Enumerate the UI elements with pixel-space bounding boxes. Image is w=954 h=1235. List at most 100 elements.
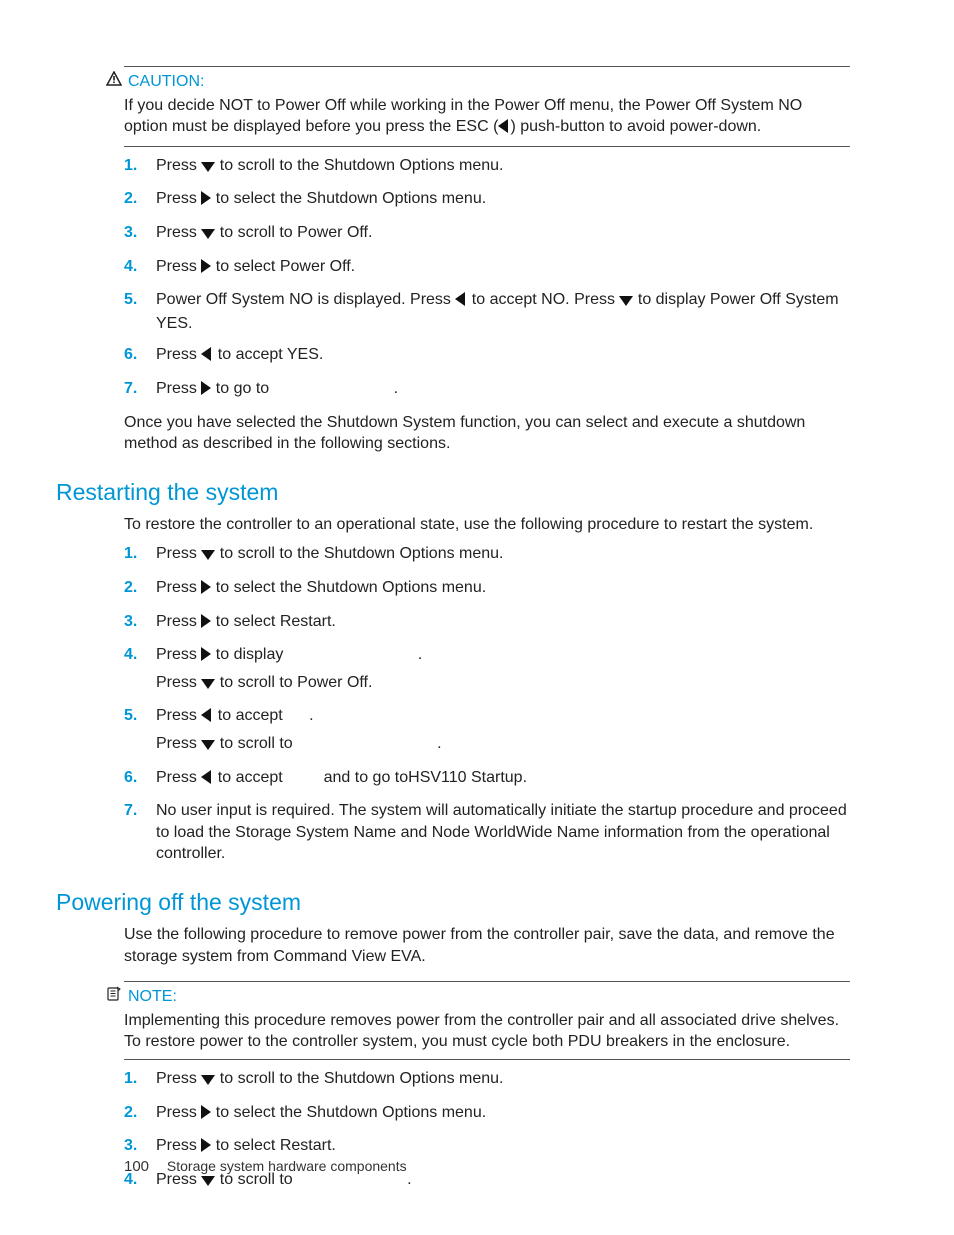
page-number: 100 [124,1158,149,1175]
note-title: NOTE: [128,986,177,1008]
text: Press [156,1137,201,1154]
right-arrow-icon [201,1137,211,1159]
paragraph: Use the following procedure to remove po… [124,924,850,967]
text: to display [211,646,287,663]
text: to accept YES. [213,346,323,363]
note-body: Implementing this procedure removes powe… [124,1010,850,1053]
down-arrow-icon [619,291,633,313]
divider [124,981,850,982]
page: CAUTION: If you decide NOT to Power Off … [0,0,954,1235]
text: Press [156,613,201,630]
list-item: 7. Press to go to . [124,378,850,402]
note-icon [106,986,122,1002]
text: to accept NO. Press [467,291,619,308]
list-item-sub: Press to scroll to Power Off. [156,672,850,696]
page-footer: 100 Storage system hardware components [124,1157,407,1177]
text: to select Restart. [211,1137,336,1154]
list-item: 1. Press to scroll to the Shutdown Optio… [124,543,850,567]
left-arrow-icon [201,769,213,791]
caution-header: CAUTION: [106,71,850,93]
text: to scroll to the Shutdown Options menu. [215,545,503,562]
right-arrow-icon [201,579,211,601]
text: Press [156,190,201,207]
text: to go to [211,380,273,397]
text: Press [156,224,201,241]
text: Press [156,1104,201,1121]
down-arrow-icon [201,735,215,757]
list-item: 3. Press to scroll to Power Off. [124,222,850,246]
down-arrow-icon [201,545,215,567]
list-item: 3. Press to select Restart. [124,1135,850,1159]
text: to accept [213,769,287,786]
list-item: 5. Press to accept . Press to scroll to … [124,705,850,756]
text: . [309,707,313,724]
note-header: NOTE: [106,986,850,1008]
text: . [437,735,441,752]
text: . [418,646,422,663]
divider [124,1059,850,1060]
text: to select the Shutdown Options menu. [211,1104,486,1121]
text: to scroll to the Shutdown Options menu. [215,157,503,174]
list-item: 2. Press to select the Shutdown Options … [124,577,850,601]
text: to select Power Off. [211,258,355,275]
text: to scroll to Power Off. [215,224,372,241]
right-arrow-icon [201,190,211,212]
right-arrow-icon [201,380,211,402]
text: . [394,380,398,397]
heading-restarting: Restarting the system [56,477,850,508]
paragraph: To restore the controller to an operatio… [124,514,850,536]
text: Press [156,545,201,562]
caution-icon [106,71,122,87]
down-arrow-icon [201,157,215,179]
text: to select Restart. [211,613,336,630]
right-arrow-icon [201,613,211,635]
text: Press [156,346,201,363]
left-arrow-icon [201,346,213,368]
steps-restart: 1. Press to scroll to the Shutdown Optio… [124,543,850,865]
paragraph: Once you have selected the Shutdown Syst… [124,412,850,455]
list-item: 6. Press to accept and to go toHSV110 St… [124,767,850,791]
list-item: 2. Press to select the Shutdown Options … [124,1102,850,1126]
left-arrow-icon [498,118,510,140]
text: Power Off System NO is displayed. Press [156,291,455,308]
list-item: 7. No user input is required. The system… [124,800,850,865]
left-arrow-icon [201,707,213,729]
text: to scroll to the Shutdown Options menu. [215,1070,503,1087]
divider [124,146,850,147]
text: to scroll to Power Off. [215,674,372,691]
caution-body: If you decide NOT to Power Off while wor… [124,95,850,140]
right-arrow-icon [201,646,211,668]
text: Press [156,258,201,275]
content-column: CAUTION: If you decide NOT to Power Off … [124,66,850,1192]
text: Press [156,579,201,596]
text: Press [156,646,201,663]
list-item: 4. Press to display . Press to scroll to… [124,644,850,695]
text: ) push-button to avoid power-down. [510,118,761,135]
left-arrow-icon [455,291,467,313]
text: HSV110 Startup. [408,769,527,786]
caution-title: CAUTION: [128,71,204,93]
text: . [407,1171,411,1188]
down-arrow-icon [201,674,215,696]
text: and to go to [319,769,408,786]
steps-shutdown: 1. Press to scroll to the Shutdown Optio… [124,155,850,402]
text: to select the Shutdown Options menu. [211,579,486,596]
list-item: 2. Press to select the Shutdown Options … [124,188,850,212]
divider [124,66,850,67]
footer-title: Storage system hardware components [167,1158,407,1174]
text: Press [156,380,201,397]
text: Press [156,769,201,786]
text: Press [156,674,201,691]
heading-powering-off: Powering off the system [56,887,850,918]
text: Press [156,707,201,724]
text: to scroll to [215,735,297,752]
list-item: 4. Press to select Power Off. [124,256,850,280]
text: to select the Shutdown Options menu. [211,190,486,207]
list-item: 6. Press to accept YES. [124,344,850,368]
text: Press [156,157,201,174]
text: Press [156,1070,201,1087]
down-arrow-icon [201,224,215,246]
list-item-sub: Press to scroll to . [156,733,850,757]
list-item: 3. Press to select Restart. [124,611,850,635]
right-arrow-icon [201,258,211,280]
